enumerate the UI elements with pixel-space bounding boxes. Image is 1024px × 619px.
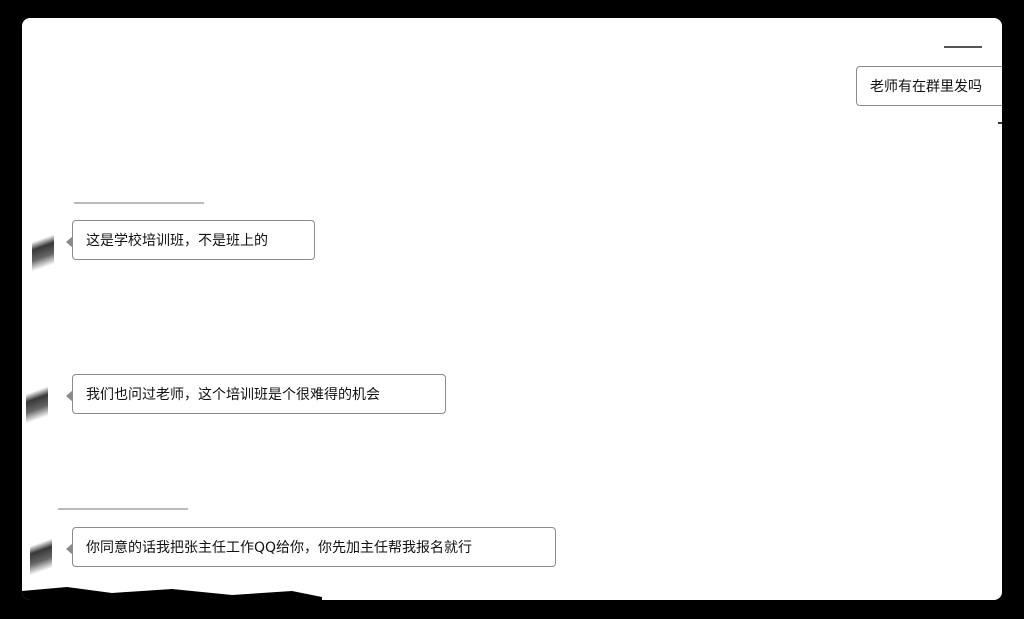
avatar-fragment bbox=[998, 122, 1002, 124]
sender-avatar bbox=[26, 378, 48, 424]
sender-name-fragment bbox=[944, 46, 982, 48]
message-bubble-self[interactable]: 老师有在群里发吗 bbox=[856, 66, 1002, 106]
sender-avatar bbox=[32, 226, 54, 272]
message-text: 这是学校培训班，不是班上的 bbox=[86, 233, 268, 249]
message-text: 我们也问过老师，这个培训班是个很难得的机会 bbox=[86, 387, 380, 403]
message-bubble-received[interactable]: 你同意的话我把张主任工作QQ给你，你先加主任帮我报名就行 bbox=[66, 527, 556, 567]
message-bubble-received[interactable]: 我们也问过老师，这个培训班是个很难得的机会 bbox=[66, 374, 446, 414]
message-text: 老师有在群里发吗 bbox=[870, 79, 982, 95]
sender-name-fragment bbox=[58, 508, 188, 510]
sender-name-fragment bbox=[74, 202, 204, 204]
chat-window: 老师有在群里发吗 这是学校培训班，不是班上的 我们也问过老师，这个培训班是个很难… bbox=[22, 18, 1002, 600]
message-bubble-received[interactable]: 这是学校培训班，不是班上的 bbox=[66, 220, 315, 260]
sender-avatar bbox=[30, 530, 52, 576]
bottom-edge bbox=[22, 587, 322, 600]
message-text: 你同意的话我把张主任工作QQ给你，你先加主任帮我报名就行 bbox=[86, 540, 473, 556]
